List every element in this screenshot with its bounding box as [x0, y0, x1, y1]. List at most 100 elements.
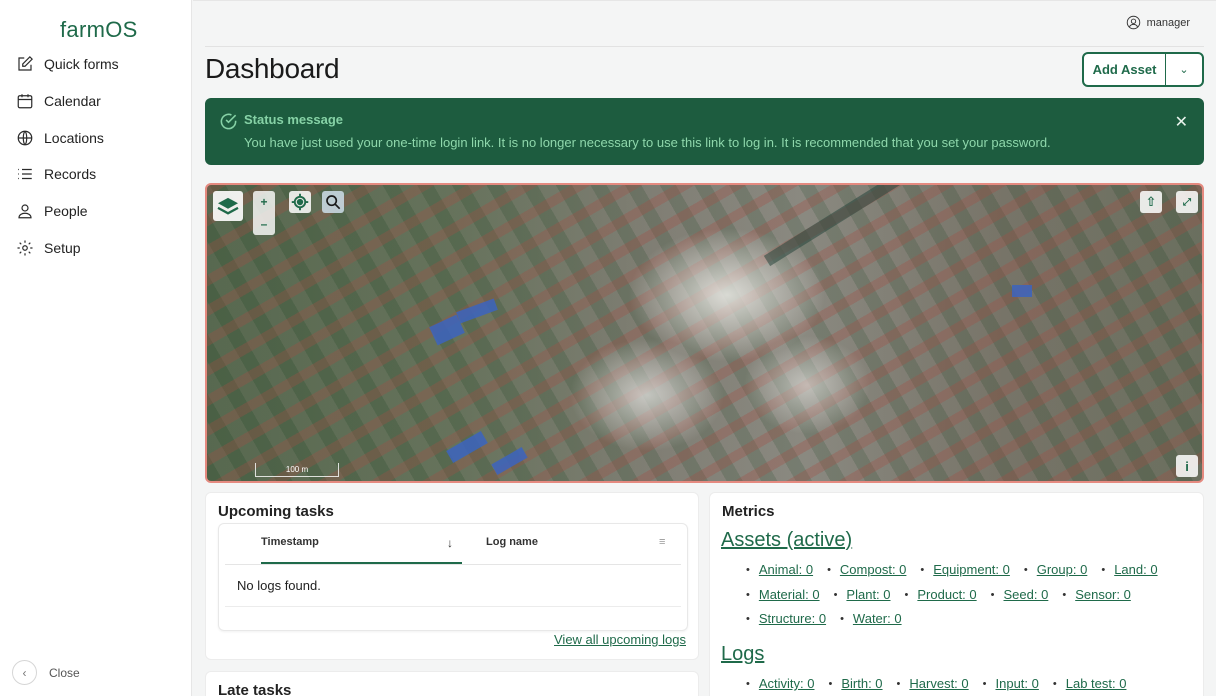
zoom-in-button[interactable]: + — [253, 191, 275, 213]
map[interactable]: + – ⇧ ⤢ 100 m i — [205, 183, 1204, 483]
metric-link[interactable]: Plant: 0 — [846, 587, 890, 602]
bullet: • — [1023, 563, 1028, 576]
list-item: • Sensor: 0 — [1062, 587, 1131, 602]
list-item: • Lab test: 0 — [1053, 676, 1127, 691]
logs-row: • Activity: 0 • Birth: 0 • Harvest: 0 • Inpu… — [746, 676, 1140, 691]
calendar-icon — [17, 94, 33, 109]
view-all-upcoming-logs-link[interactable]: View all upcoming logs — [554, 632, 686, 647]
zoom-controls: + – — [253, 191, 275, 235]
search-icon[interactable] — [322, 191, 344, 213]
bullet: • — [833, 588, 838, 601]
sidebar-item-setup[interactable]: Setup — [0, 229, 192, 266]
close-label: Close — [49, 665, 80, 680]
metric-link[interactable]: Input: 0 — [996, 676, 1039, 691]
list-item: • Structure: 0 — [746, 611, 826, 626]
bullet: • — [827, 563, 831, 576]
metric-link[interactable]: Compost: 0 — [840, 562, 906, 577]
list-item: • Equipment: 0 — [920, 562, 1009, 577]
metric-link[interactable]: Activity: 0 — [759, 676, 815, 691]
metric-link[interactable]: Animal: 0 — [759, 562, 813, 577]
map-river — [763, 185, 1195, 267]
geolocate-icon[interactable] — [289, 191, 311, 213]
list-item: • Compost: 0 — [827, 562, 906, 577]
bullet: • — [920, 563, 925, 576]
sidebar-item-calendar[interactable]: Calendar — [0, 83, 192, 120]
late-tasks-panel: Late tasks — [205, 671, 699, 696]
map-roof — [1012, 285, 1032, 297]
sort-arrow-down-icon[interactable]: ↓ — [447, 536, 453, 550]
chevron-down-icon[interactable]: ⌄ — [1166, 54, 1202, 85]
metric-link[interactable]: Equipment: 0 — [933, 562, 1010, 577]
metric-link[interactable]: Harvest: 0 — [909, 676, 968, 691]
sidebar-item-quick-forms[interactable]: Quick forms — [0, 46, 192, 83]
metric-link[interactable]: Sensor: 0 — [1075, 587, 1131, 602]
status-title: Status message — [244, 112, 343, 127]
bullet: • — [1101, 563, 1106, 576]
map-roof — [491, 447, 528, 475]
add-asset-split-button: Add Asset ⌄ — [1082, 52, 1204, 87]
bullet: • — [746, 677, 750, 690]
map-scale: 100 m — [255, 463, 339, 477]
upload-icon[interactable]: ⇧ — [1140, 191, 1162, 213]
bullet: • — [746, 563, 750, 576]
map-roof — [446, 430, 488, 464]
metric-link[interactable]: Material: 0 — [759, 587, 820, 602]
metric-link[interactable]: Lab test: 0 — [1066, 676, 1127, 691]
sidebar-nav: Quick forms Calendar Locations Records P… — [0, 46, 192, 266]
metric-link[interactable]: Group: 0 — [1037, 562, 1088, 577]
app-logo[interactable]: farmOS — [60, 17, 138, 43]
sidebar-item-label: Calendar — [44, 93, 101, 110]
divider — [225, 606, 681, 607]
status-text: You have just used your one-time login l… — [244, 135, 1051, 150]
username: manager — [1146, 16, 1190, 29]
fullscreen-icon[interactable]: ⤢ — [1176, 191, 1198, 213]
list-item: • Group: 0 — [1024, 562, 1087, 577]
sidebar-item-label: Locations — [44, 129, 104, 146]
list-item: • Seed: 0 — [991, 587, 1049, 602]
sidebar-item-label: Records — [44, 166, 97, 183]
sidebar-item-people[interactable]: People — [0, 193, 192, 230]
info-button[interactable]: i — [1176, 455, 1198, 477]
list-item: • Water: 0 — [840, 611, 902, 626]
metric-link[interactable]: Seed: 0 — [1004, 587, 1049, 602]
map-roof — [456, 298, 498, 324]
sidebar-close-button[interactable]: ‹ Close — [12, 660, 80, 685]
assets-row: • Material: 0 • Plant: 0 • Product: 0 • Seed… — [746, 587, 1145, 602]
zoom-out-button[interactable]: – — [253, 213, 275, 235]
sidebar-item-locations[interactable]: Locations — [0, 119, 192, 156]
metric-link[interactable]: Land: 0 — [1114, 562, 1157, 577]
sort-icon[interactable]: ≡ — [659, 536, 665, 548]
status-message: Status message You have just used your o… — [205, 98, 1204, 165]
column-header-timestamp[interactable]: Timestamp — [261, 536, 319, 548]
close-icon[interactable]: ✕ — [1175, 112, 1188, 132]
metric-link[interactable]: Water: 0 — [853, 611, 902, 626]
layers-icon[interactable] — [213, 191, 243, 221]
user-menu[interactable]: manager — [1126, 15, 1190, 30]
metric-link[interactable]: Structure: 0 — [759, 611, 826, 626]
column-header-log-name[interactable]: Log name — [486, 536, 538, 548]
assets-row: • Structure: 0 • Water: 0 — [746, 611, 916, 626]
bullet: • — [746, 588, 750, 601]
bullet: • — [896, 677, 901, 690]
list-item: • Harvest: 0 — [897, 676, 969, 691]
bullet: • — [982, 677, 987, 690]
sidebar-item-label: Setup — [44, 239, 81, 256]
logs-heading-link[interactable]: Logs — [721, 643, 764, 666]
add-asset-button[interactable]: Add Asset — [1084, 54, 1166, 85]
panel-title: Upcoming tasks — [218, 503, 334, 520]
sidebar-item-records[interactable]: Records — [0, 156, 192, 193]
divider — [205, 46, 1204, 47]
user-circle-icon — [1126, 15, 1140, 30]
list-item: • Product: 0 — [905, 587, 977, 602]
assets-row: • Animal: 0 • Compost: 0 • Equipment: 0 • Gr… — [746, 562, 1172, 577]
sidebar-item-label: People — [44, 203, 88, 220]
gear-icon — [17, 240, 33, 256]
bullet: • — [1052, 677, 1057, 690]
list-item: • Input: 0 — [983, 676, 1039, 691]
metric-link[interactable]: Birth: 0 — [841, 676, 882, 691]
panel-title: Late tasks — [218, 682, 292, 696]
metric-link[interactable]: Product: 0 — [917, 587, 976, 602]
list-icon — [18, 169, 32, 180]
assets-heading-link[interactable]: Assets (active) — [721, 529, 852, 552]
bullet: • — [840, 612, 844, 625]
